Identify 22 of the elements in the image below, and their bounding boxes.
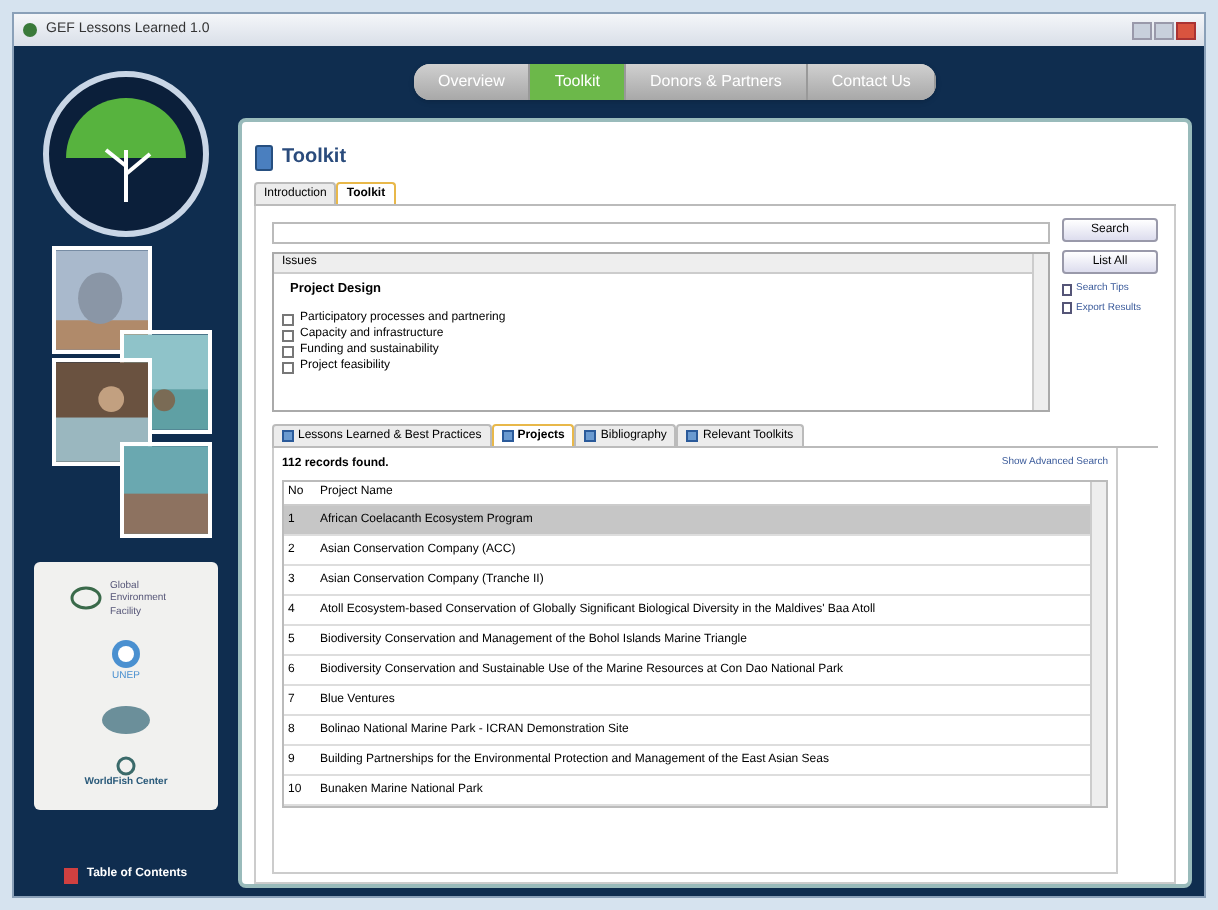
logo-icon [110, 637, 142, 670]
checkbox[interactable] [282, 313, 294, 326]
app-icon [22, 22, 38, 38]
toolkit-icon [254, 143, 274, 171]
tab-icon [282, 430, 294, 442]
tab-icon [584, 430, 597, 442]
scrollbar[interactable] [1090, 482, 1106, 806]
logo-icon [100, 704, 152, 737]
close-button[interactable] [1176, 21, 1196, 39]
page-title: Toolkit [282, 144, 347, 172]
minimize-button[interactable] [1132, 21, 1152, 39]
checkbox[interactable] [282, 329, 294, 342]
logo-icon [70, 586, 102, 611]
maximize-button[interactable] [1154, 21, 1174, 39]
tab-icon [501, 430, 514, 442]
logo-icon [113, 756, 138, 777]
checkbox[interactable] [282, 345, 294, 358]
tab-icon [686, 430, 699, 442]
book-icon [64, 867, 79, 883]
scrollbar[interactable] [1032, 254, 1048, 410]
search-field[interactable] [272, 222, 1050, 244]
checkbox[interactable] [282, 361, 294, 374]
